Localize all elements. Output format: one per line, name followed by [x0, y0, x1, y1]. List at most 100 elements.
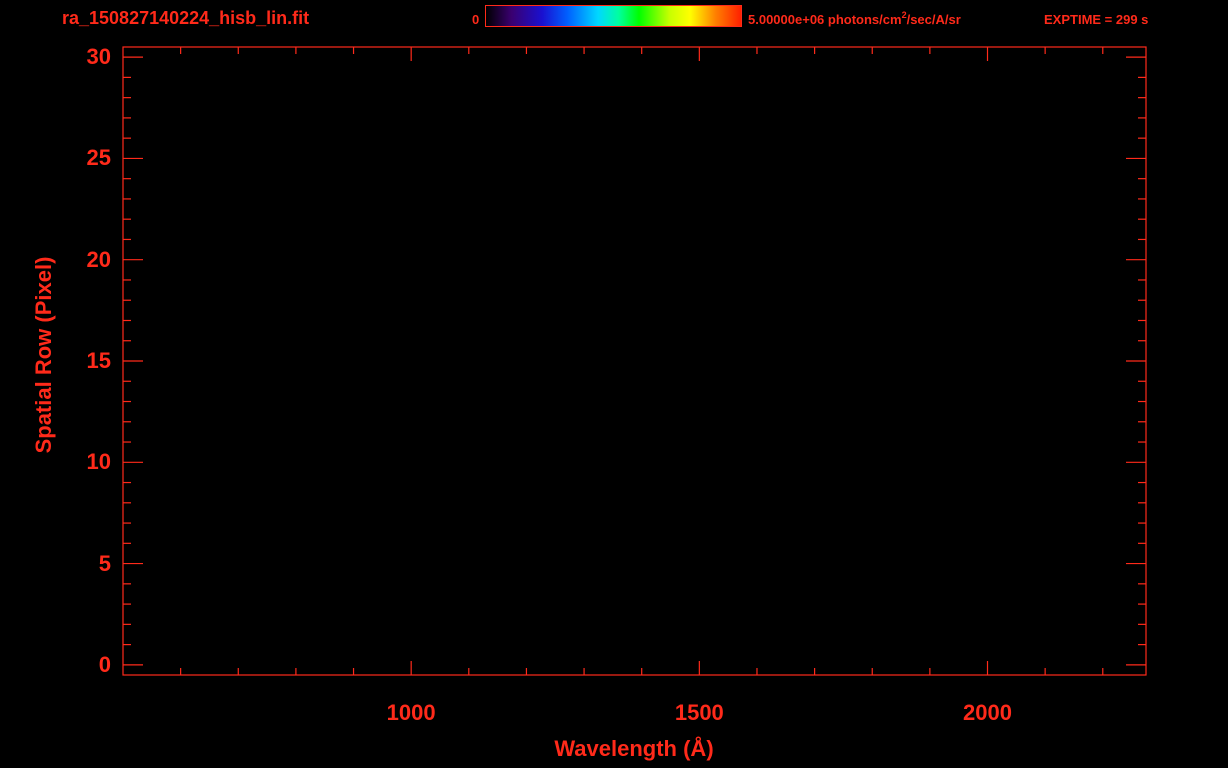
- heatmap-cell: [390, 502, 396, 524]
- heatmap-cell: [629, 158, 634, 180]
- heatmap-cell: [858, 77, 864, 99]
- heatmap-cell: [721, 462, 727, 484]
- heatmap-cell: [641, 381, 646, 403]
- heatmap-cell: [528, 158, 533, 180]
- heatmap-cell: [233, 259, 239, 281]
- heatmap-cell: [491, 563, 497, 585]
- heatmap-cell: [253, 361, 259, 382]
- heatmap-cell: [1004, 320, 1009, 342]
- heatmap-cell: [564, 279, 570, 301]
- heatmap-cell: [467, 198, 473, 220]
- heatmap-cell: [907, 442, 913, 463]
- heatmap-cell: [467, 57, 473, 78]
- heatmap-cell: [612, 381, 618, 403]
- heatmap-cell: [887, 482, 892, 504]
- heatmap-cell: [766, 320, 771, 342]
- heatmap-cell: [758, 442, 763, 463]
- heatmap-cell: [826, 77, 832, 99]
- heatmap-cell: [269, 300, 275, 322]
- heatmap-cell: [241, 361, 247, 382]
- heatmap-cell: [858, 361, 864, 382]
- heatmap-cell: [386, 340, 392, 362]
- heatmap-cell: [419, 361, 424, 382]
- heatmap-cell: [338, 57, 344, 78]
- heatmap-cell: [725, 259, 731, 281]
- heatmap-cell: [451, 462, 457, 484]
- heatmap-cell: [721, 178, 727, 200]
- heatmap-cell: [935, 361, 941, 382]
- heatmap-cell: [1008, 361, 1013, 382]
- heatmap-cell: [330, 198, 336, 220]
- heatmap-cell: [778, 502, 783, 524]
- heatmap-cell: [725, 442, 731, 463]
- heatmap-cell: [729, 361, 735, 382]
- heatmap-cell: [814, 502, 820, 524]
- heatmap-cell: [971, 381, 977, 403]
- heatmap-cell: [415, 401, 420, 423]
- heatmap-cell: [269, 178, 275, 200]
- heatmap-cell: [403, 239, 408, 261]
- heatmap-cell: [354, 381, 360, 403]
- heatmap-row: [229, 421, 1025, 443]
- heatmap-cell: [959, 219, 965, 241]
- heatmap-cell: [415, 421, 420, 443]
- heatmap-cell: [516, 482, 521, 504]
- heatmap-cell: [548, 77, 553, 99]
- heatmap-cell: [951, 259, 957, 281]
- heatmap-cell: [624, 442, 630, 463]
- heatmap-cell: [245, 523, 251, 544]
- heatmap-cell: [959, 77, 965, 99]
- heatmap-cell: [737, 361, 743, 382]
- heatmap-cell: [467, 219, 473, 241]
- heatmap-cell: [443, 219, 449, 241]
- heatmap-cell: [798, 97, 804, 119]
- heatmap-cell: [346, 320, 352, 342]
- heatmap-cell: [290, 462, 295, 484]
- heatmap-cell: [512, 523, 517, 544]
- heatmap-cell: [887, 361, 892, 382]
- heatmap-cell: [596, 381, 602, 403]
- heatmap-cell: [298, 442, 303, 463]
- heatmap-cell: [875, 239, 880, 261]
- heatmap-cell: [673, 158, 679, 180]
- heatmap-cell: [233, 543, 239, 565]
- heatmap-cell: [778, 259, 783, 281]
- heatmap-cell: [544, 138, 549, 160]
- heatmap-cell: [524, 158, 529, 180]
- heatmap-cell: [701, 158, 707, 180]
- heatmap-cell: [229, 502, 235, 524]
- heatmap-cell: [322, 300, 328, 322]
- heatmap-cell: [661, 259, 666, 281]
- heatmap-cell: [984, 442, 989, 463]
- heatmap-cell: [721, 97, 727, 119]
- heatmap-cell: [790, 239, 796, 261]
- heatmap-cell: [750, 219, 755, 241]
- heatmap-cell: [346, 259, 352, 281]
- heatmap-cell: [233, 239, 239, 261]
- heatmap-cell: [1020, 583, 1025, 605]
- heatmap-cell: [370, 239, 376, 261]
- heatmap-cell: [282, 97, 287, 119]
- heatmap-cell: [334, 300, 340, 322]
- heatmap-cell: [629, 198, 634, 220]
- heatmap-cell: [483, 320, 489, 342]
- heatmap-cell: [564, 502, 570, 524]
- heatmap-cell: [867, 462, 872, 484]
- heatmap-cell: [435, 482, 441, 504]
- heatmap-cell: [568, 57, 574, 78]
- heatmap-cell: [818, 158, 824, 180]
- heatmap-cell: [661, 219, 666, 241]
- heatmap-cell: [399, 320, 404, 342]
- heatmap-cell: [802, 77, 808, 99]
- heatmap-cell: [342, 563, 348, 585]
- heatmap-cell: [826, 361, 832, 382]
- heatmap-cell: [322, 77, 328, 99]
- heatmap-cell: [871, 320, 876, 342]
- heatmap-cell: [560, 340, 566, 362]
- heatmap-cell: [624, 482, 630, 504]
- heatmap-cell: [298, 401, 303, 423]
- heatmap-cell: [411, 502, 416, 524]
- heatmap-cell: [963, 462, 969, 484]
- heatmap-cell: [879, 158, 884, 180]
- heatmap-cell: [810, 279, 816, 301]
